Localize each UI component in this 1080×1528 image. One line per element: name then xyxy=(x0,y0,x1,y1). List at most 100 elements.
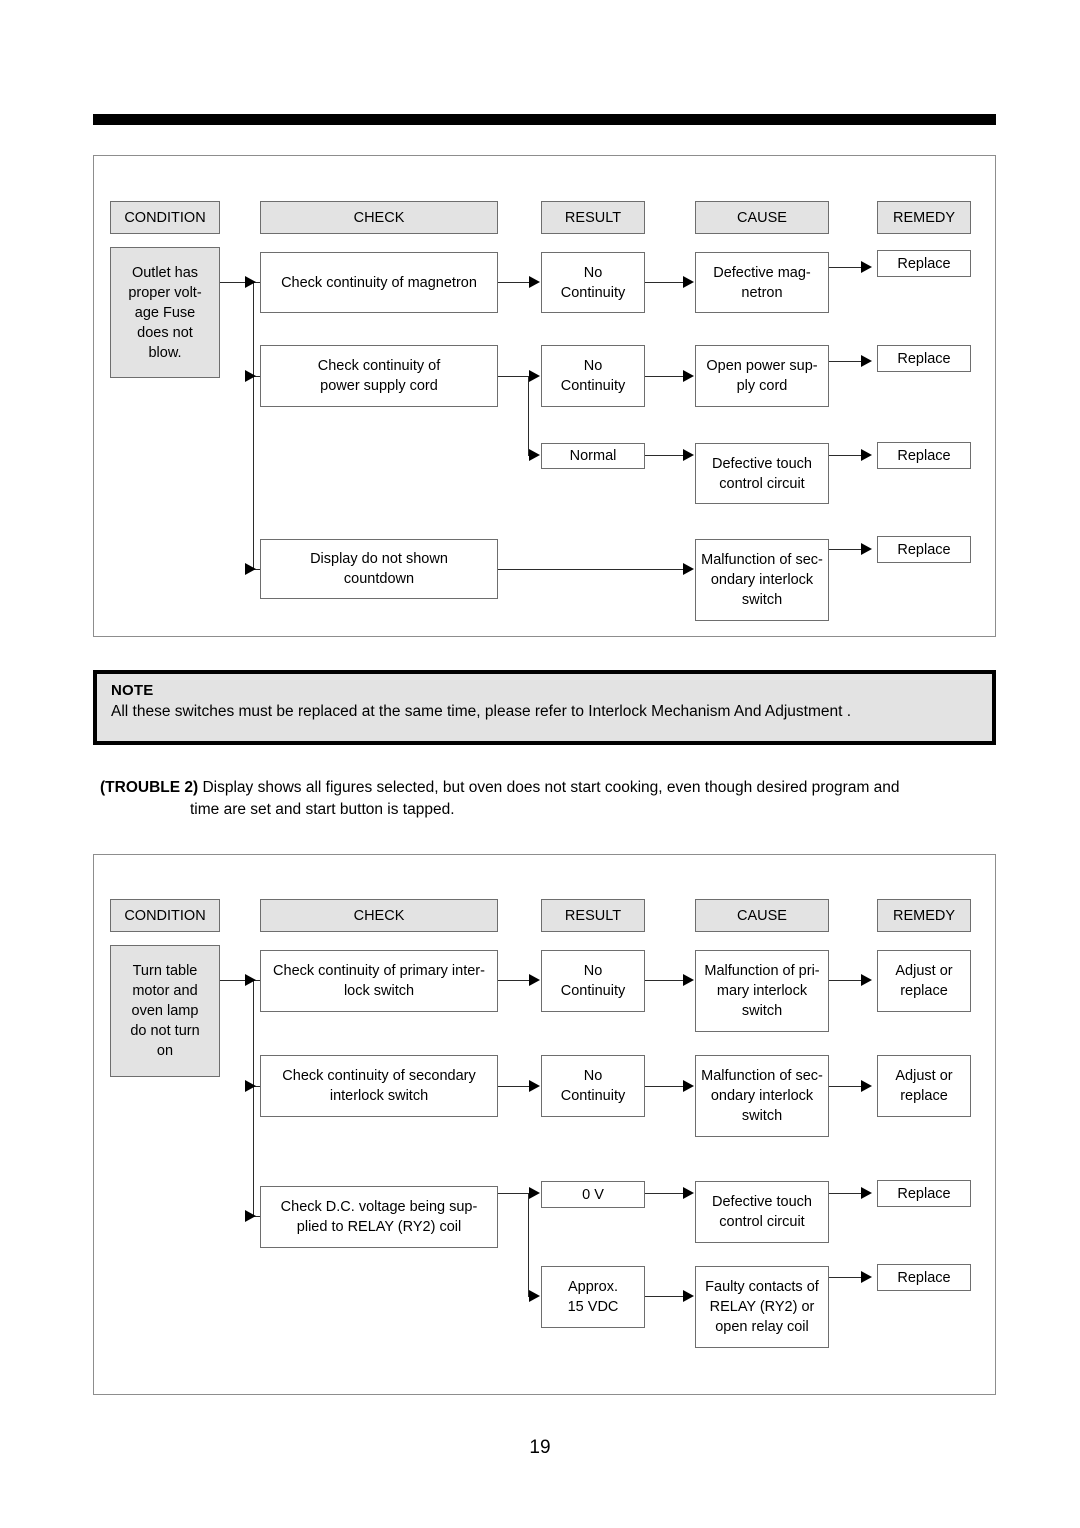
chart2-remedy-adjust-or-replace-1: Adjust or replace xyxy=(877,950,971,1012)
chart2-r2-cause-to-remedy-line xyxy=(829,1086,865,1087)
chart2-check-dc-voltage-relay: Check D.C. voltage being sup- plied to R… xyxy=(260,1186,498,1248)
chart1-r2-check-out-line xyxy=(498,376,529,377)
chart2-condition-box: Turn table motor and oven lamp do not tu… xyxy=(110,945,220,1077)
chart1-r1-check-to-result-arrow xyxy=(529,276,540,288)
chart2-cause-malfunction-primary-interlock: Malfunction of pri- mary interlock switc… xyxy=(695,950,829,1032)
chart2-condition-trunk xyxy=(253,980,254,1217)
trouble2-flowchart: CONDITION CHECK RESULT CAUSE REMEDY Turn… xyxy=(93,854,996,1395)
chart1-branch3-arrow xyxy=(245,563,256,575)
chart2-r2-result-to-cause-line xyxy=(645,1086,687,1087)
chart2-r1-result-to-cause-arrow xyxy=(683,974,694,986)
chart2-branch3-arrow xyxy=(245,1210,256,1222)
chart1-cause-malfunction-secondary-interlock: Malfunction of sec- ondary interlock swi… xyxy=(695,539,829,621)
trouble2-text2: time are set and start button is tapped. xyxy=(190,801,455,819)
chart1-r1-result-to-cause-arrow xyxy=(683,276,694,288)
chart1-remedy-replace-1: Replace xyxy=(877,250,971,277)
note-text: All these switches must be replaced at t… xyxy=(111,703,852,720)
chart2-remedy-replace-4: Replace xyxy=(877,1264,971,1291)
chart1-result-no-continuity-2: No Continuity xyxy=(541,345,645,407)
chart1-r2-split-trunk xyxy=(528,376,529,456)
chart1-remedy-replace-3: Replace xyxy=(877,442,971,469)
chart2-result-0v: 0 V xyxy=(541,1181,645,1208)
chart1-condition-box: Outlet has proper volt- age Fuse does no… xyxy=(110,247,220,378)
chart1-r3-lower-arrow xyxy=(529,449,540,461)
chart1-r4-check-to-cause-arrow xyxy=(683,563,694,575)
chart2-r3-result-to-cause-line xyxy=(645,1193,687,1194)
trouble2-description: (TROUBLE 2) Display shows all figures se… xyxy=(100,777,1000,822)
chart2-check-primary-interlock: Check continuity of primary inter- lock … xyxy=(260,950,498,1012)
chart2-result-approx-15vdc: Approx. 15 VDC xyxy=(541,1266,645,1328)
chart2-header-result: RESULT xyxy=(541,899,645,932)
chart2-r2-result-to-cause-arrow xyxy=(683,1080,694,1092)
chart1-branch1-arrow xyxy=(245,276,256,288)
chart1-r2-upper-arrow xyxy=(529,370,540,382)
chart1-r3-result-to-cause-arrow xyxy=(683,449,694,461)
chart2-header-cause: CAUSE xyxy=(695,899,829,932)
chart2-cause-faulty-relay-contacts: Faulty contacts of RELAY (RY2) or open r… xyxy=(695,1266,829,1348)
chart1-check-display-countdown: Display do not shown countdown xyxy=(260,539,498,599)
chart1-result-no-continuity-1: No Continuity xyxy=(541,252,645,313)
chart2-header-remedy: REMEDY xyxy=(877,899,971,932)
chart2-r2-cause-to-remedy-arrow xyxy=(861,1080,872,1092)
chart2-remedy-adjust-or-replace-2: Adjust or replace xyxy=(877,1055,971,1117)
chart2-r4-cause-to-remedy-line xyxy=(829,1277,865,1278)
chart1-cause-defective-touch-control: Defective touch control circuit xyxy=(695,443,829,504)
chart2-result-no-continuity-1: No Continuity xyxy=(541,950,645,1012)
chart2-branch2-arrow xyxy=(245,1080,256,1092)
chart2-r1-cause-to-remedy-arrow xyxy=(861,974,872,986)
chart1-remedy-replace-4: Replace xyxy=(877,536,971,563)
chart1-r2-cause-to-remedy-line xyxy=(829,361,865,362)
chart2-cause-malfunction-secondary-interlock: Malfunction of sec- ondary interlock swi… xyxy=(695,1055,829,1137)
chart1-r4-cause-to-remedy-arrow xyxy=(861,543,872,555)
chart2-r3-upper-arrow xyxy=(529,1187,540,1199)
chart1-header-condition: CONDITION xyxy=(110,201,220,234)
trouble2-line1: (TROUBLE 2) Display shows all figures se… xyxy=(100,777,1000,799)
chart2-cause-defective-touch-control: Defective touch control circuit xyxy=(695,1181,829,1243)
chart2-header-check: CHECK xyxy=(260,899,498,932)
header-rule xyxy=(93,114,996,125)
chart1-r3-result-to-cause-line xyxy=(645,455,687,456)
chart1-r2-cause-to-remedy-arrow xyxy=(861,355,872,367)
chart2-r1-check-to-result-arrow xyxy=(529,974,540,986)
trouble1-flowchart: CONDITION CHECK RESULT CAUSE REMEDY Outl… xyxy=(93,155,996,637)
chart2-r1-cause-to-remedy-line xyxy=(829,980,865,981)
note-title: NOTE xyxy=(111,682,154,699)
chart1-condition-trunk xyxy=(253,282,254,570)
chart2-r4-lower-arrow xyxy=(529,1290,540,1302)
chart1-branch2-arrow xyxy=(245,370,256,382)
chart1-header-cause: CAUSE xyxy=(695,201,829,234)
chart2-r3-split-trunk xyxy=(528,1193,529,1297)
chart2-r1-check-to-result-line xyxy=(498,980,533,981)
chart1-result-normal: Normal xyxy=(541,443,645,469)
chart2-check-secondary-interlock: Check continuity of secondary interlock … xyxy=(260,1055,498,1117)
chart2-r4-cause-to-remedy-arrow xyxy=(861,1271,872,1283)
chart1-r4-check-to-cause-line xyxy=(498,569,683,570)
chart2-r3-cause-to-remedy-line xyxy=(829,1193,865,1194)
chart1-header-remedy: REMEDY xyxy=(877,201,971,234)
chart1-cause-defective-magnetron: Defective mag- netron xyxy=(695,252,829,313)
chart1-r4-cause-to-remedy-line xyxy=(829,549,865,550)
chart2-r4-result-to-cause-line xyxy=(645,1296,687,1297)
chart1-r2-result-to-cause-line xyxy=(645,376,687,377)
chart1-cause-open-power-cord: Open power sup- ply cord xyxy=(695,345,829,407)
chart1-r1-check-to-result-line xyxy=(498,282,533,283)
chart1-remedy-replace-2: Replace xyxy=(877,345,971,372)
chart1-check-power-cord: Check continuity of power supply cord xyxy=(260,345,498,407)
chart1-check-magnetron: Check continuity of magnetron xyxy=(260,252,498,313)
chart1-header-check: CHECK xyxy=(260,201,498,234)
chart2-branch1-arrow xyxy=(245,974,256,986)
trouble2-text1: Display shows all figures selected, but … xyxy=(202,779,900,796)
chart2-r4-result-to-cause-arrow xyxy=(683,1290,694,1302)
chart1-r3-cause-to-remedy-line xyxy=(829,455,865,456)
chart1-r1-cause-to-remedy-line xyxy=(829,267,865,268)
chart2-r2-check-to-result-line xyxy=(498,1086,533,1087)
chart2-header-condition: CONDITION xyxy=(110,899,220,932)
chart2-r3-cause-to-remedy-arrow xyxy=(861,1187,872,1199)
chart2-r2-check-to-result-arrow xyxy=(529,1080,540,1092)
chart2-remedy-replace-3: Replace xyxy=(877,1180,971,1207)
page-number: 19 xyxy=(529,1437,551,1458)
chart1-header-result: RESULT xyxy=(541,201,645,234)
trouble2-label: (TROUBLE 2) xyxy=(100,779,199,796)
chart2-r3-result-to-cause-arrow xyxy=(683,1187,694,1199)
chart2-r3-check-out-line xyxy=(498,1193,529,1194)
